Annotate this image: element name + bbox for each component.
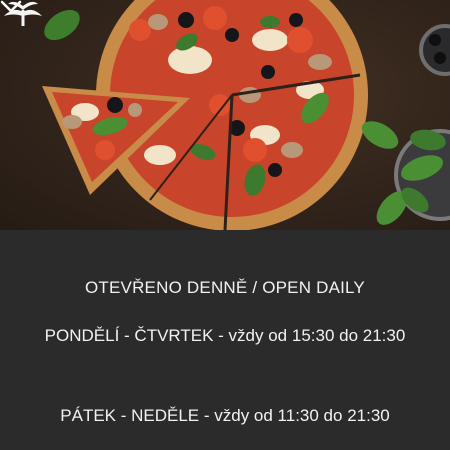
opening-hours-heading: OTEVŘENO DENNĚ / OPEN DAILY	[85, 278, 365, 297]
hero-image	[0, 0, 450, 230]
chevron-down-icon[interactable]	[0, 0, 22, 14]
pizza-photo	[0, 0, 450, 230]
hours-weekend: PÁTEK - NEDĚLE - vždy od 11:30 do 21:30	[60, 406, 390, 425]
hours-weekdays: PONDĚLÍ - ČTVRTEK - vždy od 15:30 do 21:…	[44, 326, 406, 345]
opening-hours-section: OTEVŘENO DENNĚ / OPEN DAILY PONDĚLÍ - ČT…	[0, 230, 450, 450]
